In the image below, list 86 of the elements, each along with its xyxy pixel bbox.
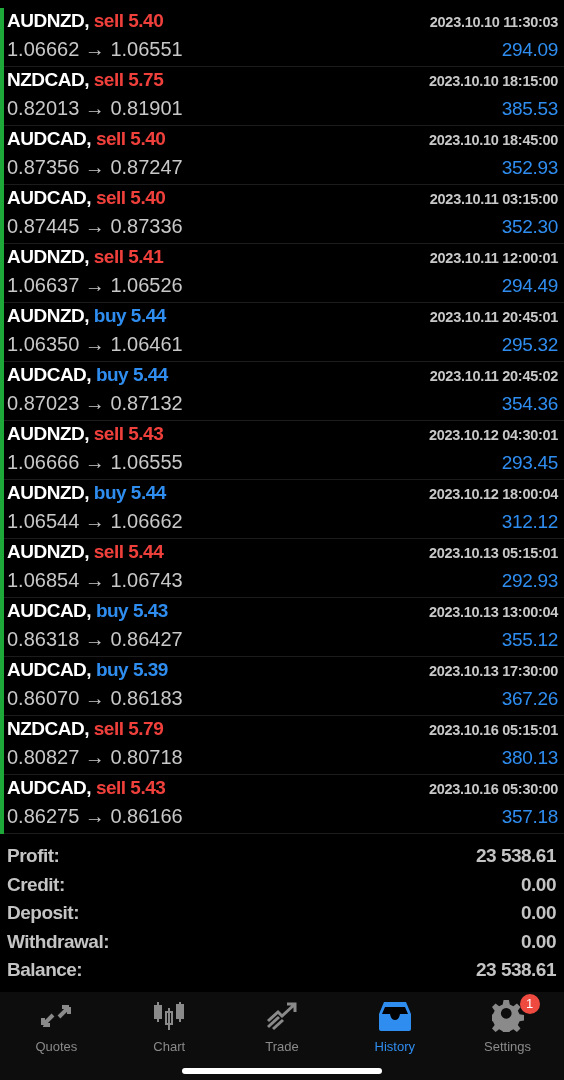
summary-value: 23 538.61 [475,845,556,868]
deal-type: sell 5.44 [93,541,164,562]
price-change: 0.87356 → 0.87247 [7,156,183,179]
deal-time: 2023.10.10 11:30:03 [429,14,558,30]
symbol: AUDCAD, [7,777,92,798]
symbol: NZDCAD, [7,718,89,739]
deal-time: 2023.10.12 04:30:01 [429,427,558,443]
profit-value: 380.13 [501,747,558,769]
profit-value: 385.53 [501,98,558,120]
symbol: AUDNZD, [7,541,89,562]
symbol: AUDCAD, [7,659,92,680]
price-change: 0.87445 → 0.87336 [7,215,183,238]
deal-type: buy 5.43 [95,600,168,621]
deal-type: sell 5.40 [93,10,164,31]
symbol: AUDNZD, [7,423,89,444]
price-change: 1.06662 → 1.06551 [7,38,183,61]
profit-value: 354.36 [501,393,558,415]
symbol: NZDCAD, [7,69,89,90]
deal-time: 2023.10.16 05:30:00 [429,781,558,797]
deal-time: 2023.10.10 18:45:00 [429,132,558,148]
deal-type: sell 5.79 [93,718,164,739]
deal-time: 2023.10.12 18:00:04 [429,486,558,502]
deal-time: 2023.10.16 05:15:01 [429,722,558,738]
profit-value: 312.12 [501,511,558,533]
tab[interactable]: History [338,991,452,1064]
symbol: AUDNZD, [7,10,89,31]
price-change: 0.87023 → 0.87132 [7,392,183,415]
symbol: AUDCAD, [7,187,92,208]
deal-type: sell 5.43 [95,777,166,798]
summary-value: 0.00 [521,902,556,925]
price-change: 1.06350 → 1.06461 [7,333,183,356]
symbol: AUDCAD, [7,364,92,385]
symbol: AUDCAD, [7,600,92,621]
profit-value: 294.09 [501,39,558,61]
summary-label: Withdrawal: [7,930,109,953]
price-change: 0.86275 → 0.86166 [7,805,183,828]
summary-value: 0.00 [521,930,556,953]
profit-value: 292.93 [501,570,558,592]
profit-value: 352.30 [501,216,558,238]
tab[interactable]: Chart [112,991,226,1064]
summary-label: Credit: [7,873,65,896]
deal-time: 2023.10.11 12:00:01 [429,250,558,266]
tab[interactable]: Quotes [0,991,113,1064]
profit-value: 295.32 [501,334,558,356]
deal-type: sell 5.40 [95,187,166,208]
summary-label: Profit: [7,845,60,868]
deal-time: 2023.10.13 05:15:01 [429,545,558,561]
summary-value: 23 538.61 [475,959,556,982]
deal-type: sell 5.43 [93,423,164,444]
deal-type: sell 5.40 [95,128,166,149]
notification-badge: 1 [519,993,540,1014]
price-change: 1.06637 → 1.06526 [7,274,183,297]
price-change: 0.80827 → 0.80718 [7,746,183,769]
price-change: 1.06854 → 1.06743 [7,569,183,592]
profit-value: 367.26 [501,688,558,710]
summary-value: 0.00 [521,873,556,896]
symbol: AUDNZD, [7,246,89,267]
price-change: 0.86070 → 0.86183 [7,687,183,710]
deal-type: buy 5.39 [95,659,168,680]
deal-time: 2023.10.11 20:45:02 [429,368,558,384]
tab[interactable]: Trade [225,991,339,1064]
profit-value: 294.49 [501,275,558,297]
deal-time: 2023.10.11 03:15:00 [429,191,558,207]
symbol: AUDNZD, [7,482,89,503]
profit-value: 293.45 [501,452,558,474]
price-change: 1.06666 → 1.06555 [7,451,183,474]
profit-value: 352.93 [501,157,558,179]
summary-label: Balance: [7,959,83,982]
tab[interactable]: 1 Settings [451,991,564,1064]
symbol: AUDCAD, [7,128,92,149]
deal-type: sell 5.75 [93,69,164,90]
profit-value: 357.18 [501,806,558,828]
price-change: 0.82013 → 0.81901 [7,97,183,120]
deal-time: 2023.10.11 20:45:01 [429,309,558,325]
symbol: AUDNZD, [7,305,89,326]
deal-type: buy 5.44 [95,364,168,385]
deal-type: buy 5.44 [93,482,166,503]
deal-time: 2023.10.13 17:30:00 [429,663,558,679]
price-change: 1.06544 → 1.06662 [7,510,183,533]
summary-label: Deposit: [7,902,79,925]
profit-value: 355.12 [501,629,558,651]
deal-time: 2023.10.10 18:15:00 [429,73,558,89]
deal-type: sell 5.41 [93,246,164,267]
price-change: 0.86318 → 0.86427 [7,628,183,651]
deal-time: 2023.10.13 13:00:04 [429,604,558,620]
deal-type: buy 5.44 [93,305,166,326]
